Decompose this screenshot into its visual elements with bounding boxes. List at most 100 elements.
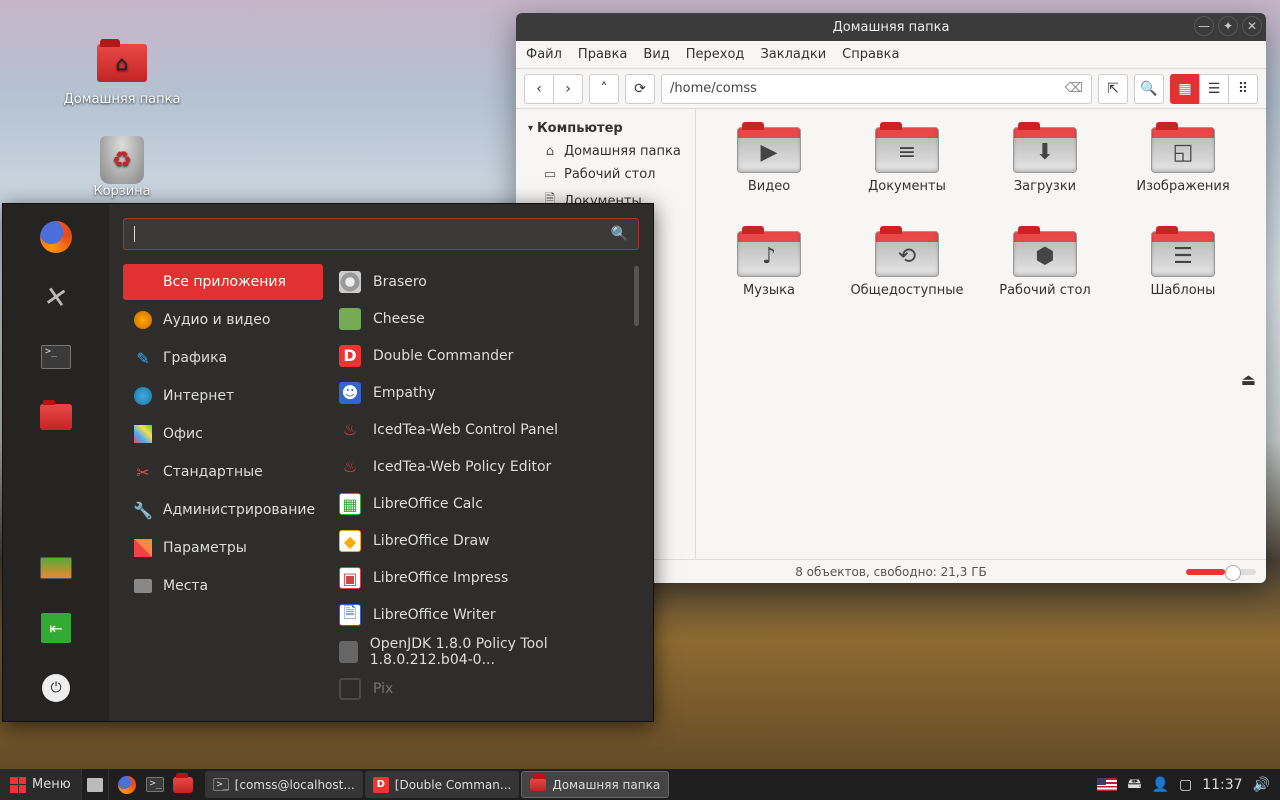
category-av[interactable]: Аудио и видео [123,302,323,338]
category-places[interactable]: Места [123,568,323,604]
category-internet[interactable]: Интернет [123,378,323,414]
search-input[interactable]: 🔍 [123,218,639,250]
view-compact-button[interactable]: ⠿ [1228,74,1258,104]
app-libreoffice-impress[interactable]: ▣LibreOffice Impress [331,561,639,596]
view-list-button[interactable]: ☰ [1199,74,1229,104]
menu-bookmarks[interactable]: Закладки [760,47,826,62]
desktop-icon [87,778,103,792]
fav-firefox[interactable] [37,218,75,256]
preferences-icon [134,539,152,557]
sidebar-section-computer[interactable]: Компьютер [520,117,691,140]
category-office[interactable]: Офис [123,416,323,452]
writer-icon: 🗎 [339,604,361,626]
menu-file[interactable]: Файл [526,47,562,62]
search-icon: 🔍 [611,226,628,242]
task-terminal[interactable]: [comss@localhost... [205,771,363,798]
view-icons-button[interactable]: ▦ [1170,74,1200,104]
folder-downloads[interactable]: ⬇Загрузки [980,121,1110,221]
scrollbar[interactable] [634,266,639,326]
ql-files[interactable] [169,769,197,800]
path-text: /home/comss [670,81,757,96]
places-icon [134,579,152,593]
app-icedtea-control[interactable]: ♨IcedTea-Web Control Panel [331,412,639,447]
path-bar[interactable]: /home/comss ⌫ [661,74,1092,104]
app-libreoffice-draw[interactable]: ◆LibreOffice Draw [331,524,639,559]
folder-templates[interactable]: ☰Шаблоны [1118,225,1248,325]
file-grid[interactable]: ▶Видео ≡Документы ⬇Загрузки ◱Изображения… [696,109,1266,559]
fav-terminal[interactable] [37,338,75,376]
folder-desktop[interactable]: ⬢Рабочий стол [980,225,1110,325]
category-all[interactable]: Все приложения [123,264,323,300]
category-accessories[interactable]: ✂Стандартные [123,454,323,490]
back-button[interactable]: ‹ [524,74,554,104]
clear-path-icon[interactable]: ⌫ [1065,81,1083,96]
app-libreoffice-writer[interactable]: 🗎LibreOffice Writer [331,598,639,633]
reload-button[interactable]: ⟳ [625,74,655,104]
minimize-button[interactable]: — [1194,16,1214,36]
desktop-icon-trash[interactable]: Корзина [62,136,182,199]
show-desktop-button[interactable] [81,769,109,800]
sidebar-item-home[interactable]: ⌂Домашняя папка [520,140,691,163]
forward-button[interactable]: › [553,74,583,104]
menu-view[interactable]: Вид [643,47,669,62]
up-button[interactable]: ˄ [589,74,619,104]
disk-indicator[interactable]: 🖴 [1127,773,1141,797]
firefox-icon [118,776,136,794]
folder-videos[interactable]: ▶Видео [704,121,834,221]
app-openjdk-policy[interactable]: OpenJDK 1.8.0 Policy Tool 1.8.0.212.b04-… [331,635,639,670]
menu-button[interactable]: Меню [0,769,81,800]
app-pix[interactable]: Pix [331,672,639,707]
firefox-icon [40,221,72,253]
battery-indicator[interactable]: ▢ [1179,777,1192,793]
menu-help[interactable]: Справка [842,47,899,62]
exit-icon: ⇤ [41,613,71,643]
category-graphics[interactable]: ✎Графика [123,340,323,376]
fav-files[interactable] [37,398,75,436]
ql-terminal[interactable] [141,769,169,800]
clock[interactable]: 11:37 [1202,777,1242,793]
menubar: Файл Правка Вид Переход Закладки Справка [516,41,1266,69]
folder-pictures[interactable]: ◱Изображения [1118,121,1248,221]
keyboard-layout-indicator[interactable] [1097,778,1117,791]
search-button[interactable]: 🔍 [1134,74,1164,104]
distro-logo-icon [10,777,26,793]
tools-icon [41,282,71,312]
desktop-icon-label: Корзина [62,184,182,199]
folder-icon [173,777,193,793]
desktop-icon-home[interactable]: ⌂ Домашняя папка [62,40,182,107]
window-titlebar[interactable]: Домашняя папка — ✦ ✕ [516,13,1266,41]
app-icedtea-policy[interactable]: ♨IcedTea-Web Policy Editor [331,449,639,484]
task-file-manager[interactable]: Домашняя папка [521,771,669,798]
folder-documents[interactable]: ≡Документы [842,121,972,221]
folder-music[interactable]: ♪Музыка [704,225,834,325]
menu-go[interactable]: Переход [686,47,745,62]
close-button[interactable]: ✕ [1242,16,1262,36]
fav-logout[interactable]: ⇤ [37,609,75,647]
system-tray: 🖴 👤 ▢ 11:37 🔊 [1087,773,1280,797]
display-icon [40,557,72,579]
folder-public[interactable]: ⟲Общедоступные [842,225,972,325]
app-double-commander[interactable]: DDouble Commander [331,338,639,373]
disc-icon [339,271,361,293]
category-list: Все приложения Аудио и видео ✎Графика Ин… [123,264,323,707]
sidebar-item-desktop[interactable]: ▭Рабочий стол [520,163,691,186]
volume-indicator[interactable]: 🔊 [1253,777,1270,793]
menu-edit[interactable]: Правка [578,47,627,62]
category-admin[interactable]: 🔧Администрирование [123,492,323,528]
task-double-commander[interactable]: D[Double Comman... [365,771,520,798]
app-libreoffice-calc[interactable]: ▦LibreOffice Calc [331,486,639,521]
fav-display[interactable] [37,549,75,587]
eject-icon[interactable]: ⏏ [1241,370,1256,389]
maximize-button[interactable]: ✦ [1218,16,1238,36]
app-cheese[interactable]: Cheese [331,301,639,336]
toggle-path-button[interactable]: ⇱ [1098,74,1128,104]
app-brasero[interactable]: Brasero [331,264,639,299]
category-preferences[interactable]: Параметры [123,530,323,566]
ql-firefox[interactable] [113,769,141,800]
fav-settings[interactable] [37,278,75,316]
user-indicator[interactable]: 👤 [1152,777,1169,793]
app-empathy[interactable]: ☻Empathy [331,375,639,410]
fav-shutdown[interactable]: ⏻ [37,669,75,707]
zoom-slider[interactable] [1186,569,1256,575]
start-menu: ⇤ ⏻ 🔍 Все приложения Аудио и видео ✎Граф… [2,203,654,722]
